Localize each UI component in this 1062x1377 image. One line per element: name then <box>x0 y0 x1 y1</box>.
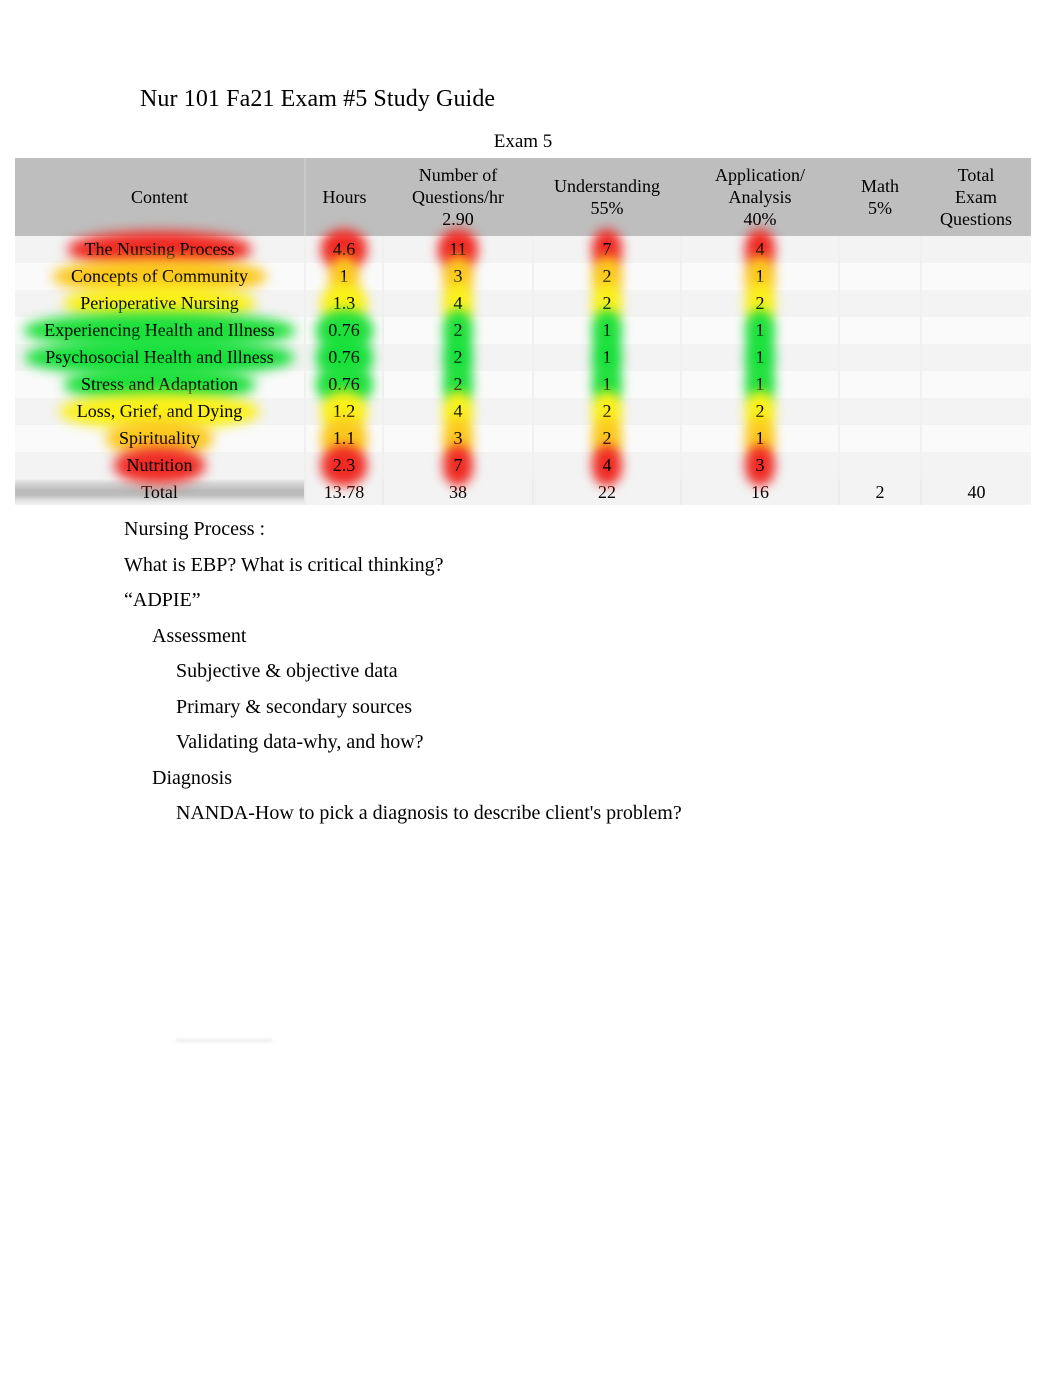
cell-understanding: 4 <box>533 452 682 479</box>
header-line-2: Analysis <box>728 187 792 207</box>
table-row: Nutrition 2.3 7 4 3 <box>15 452 1032 479</box>
cell-application: 3 <box>681 452 840 479</box>
header-line-1: Application/ <box>715 165 805 185</box>
cell-total <box>921 398 1032 425</box>
column-header-math: Math 5% <box>839 158 921 236</box>
cell-total <box>921 344 1032 371</box>
note-line: Diagnosis <box>152 766 232 789</box>
note-line: Assessment <box>152 624 247 647</box>
note-line: “ADPIE” <box>124 589 201 611</box>
cell-math <box>839 452 922 479</box>
table-title-row: Exam 5 <box>15 125 1032 158</box>
cell-total <box>921 371 1032 398</box>
cell-math <box>839 236 922 263</box>
note-line: Subjective & objective data <box>176 660 398 682</box>
column-header-understanding: Understanding 55% <box>533 158 681 236</box>
cell-total <box>921 236 1032 263</box>
header-line-3: Questions <box>940 209 1013 229</box>
header-line-3: 40% <box>743 209 777 229</box>
cell-total <box>921 452 1032 479</box>
cell-total <box>921 317 1032 344</box>
note-line: Validating data-why, and how? <box>176 731 424 753</box>
cell-hours-highlight: 2.3 <box>325 452 364 479</box>
cell-application-highlight: 3 <box>748 452 773 479</box>
column-header-total-exam-questions: Total Exam Questions <box>921 158 1032 236</box>
table-title-cell: Exam 5 <box>15 125 1032 158</box>
total-cell-total: 40 <box>921 479 1032 505</box>
exam-blueprint-table-container: Exam 5 Content Hours Number of Questions… <box>15 125 1032 505</box>
table-header-row: Content Hours Number of Questions/hr 2.9… <box>15 158 1032 236</box>
header-line-2: 5% <box>868 198 892 218</box>
header-line-2: Exam <box>955 187 998 207</box>
note-line: Nursing Process : <box>124 518 266 540</box>
header-line-2: 55% <box>590 198 624 218</box>
header-line-2: Questions/hr <box>412 187 504 207</box>
cell-math <box>839 263 922 290</box>
header-line-1: Number of <box>418 165 498 185</box>
cell-total <box>921 263 1032 290</box>
cell-understanding-highlight: 4 <box>595 452 620 479</box>
cell-content: Nutrition <box>15 452 306 479</box>
cell-math <box>839 398 922 425</box>
cell-math <box>839 371 922 398</box>
cell-content-highlight: Nutrition <box>119 452 201 479</box>
note-line: NANDA-How to pick a diagnosis to describ… <box>176 802 682 824</box>
note-line: Primary & secondary sources <box>176 695 413 718</box>
header-line-1: Math <box>861 176 899 196</box>
total-cell-math: 2 <box>839 479 922 505</box>
scan-artifact-line <box>176 1039 272 1042</box>
cell-questions-highlight: 7 <box>446 452 471 479</box>
header-line-3: 2.90 <box>442 209 474 229</box>
note-line: What is EBP? What is critical thinking? <box>124 553 444 576</box>
column-header-application-analysis: Application/ Analysis 40% <box>681 158 839 236</box>
cell-total <box>921 290 1032 317</box>
page-title: Nur 101 Fa21 Exam #5 Study Guide <box>140 86 496 112</box>
header-line-1: Total <box>957 165 995 185</box>
cell-math <box>839 317 922 344</box>
column-header-hours: Hours <box>305 158 383 236</box>
cell-math <box>839 425 922 452</box>
header-line-1: Understanding <box>554 176 660 196</box>
cell-math <box>839 290 922 317</box>
column-header-content: Content <box>15 158 306 236</box>
cell-math <box>839 344 922 371</box>
cell-total <box>921 425 1032 452</box>
column-header-number-of-questions: Number of Questions/hr 2.90 <box>383 158 533 236</box>
cell-hours: 2.3 <box>305 452 384 479</box>
exam-blueprint-table: Exam 5 Content Hours Number of Questions… <box>15 125 1032 505</box>
cell-questions: 7 <box>383 452 534 479</box>
study-guide-notes: Nursing Process : What is EBP? What is cr… <box>124 512 924 832</box>
